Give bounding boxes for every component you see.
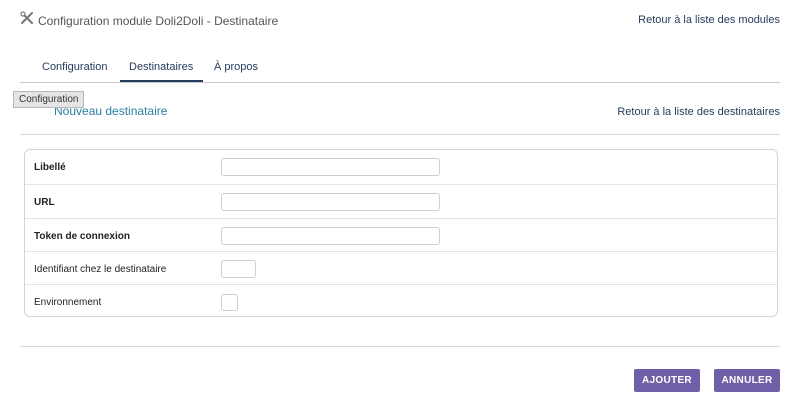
- form-row-url: URL: [25, 184, 777, 219]
- form-row-environnement: Environnement: [25, 284, 777, 319]
- page-title: Configuration module Doli2Doli - Destina…: [38, 14, 279, 28]
- form-row-libelle: Libellé: [25, 150, 777, 184]
- back-to-modules-link[interactable]: Retour à la liste des modules: [638, 14, 780, 26]
- destinataire-form: Libellé URL Token de connexion Identifia…: [24, 149, 778, 317]
- add-button[interactable]: AJOUTER: [634, 369, 700, 392]
- tab-destinataires[interactable]: Destinataires: [129, 61, 193, 73]
- field-label: Token de connexion: [34, 231, 130, 242]
- tab-a-propos[interactable]: À propos: [214, 61, 258, 73]
- tabs-divider: [20, 82, 780, 83]
- field-label: Identifiant chez le destinataire: [34, 264, 167, 275]
- form-row-identifiant: Identifiant chez le destinataire: [25, 251, 777, 286]
- url-input[interactable]: [221, 193, 440, 211]
- field-label: Environnement: [34, 297, 102, 308]
- section-divider: [20, 134, 780, 135]
- footer-divider: [20, 346, 780, 347]
- identifiant-input[interactable]: [221, 260, 256, 278]
- field-label: Libellé: [34, 162, 66, 173]
- cancel-button[interactable]: ANNULER: [714, 369, 780, 392]
- environnement-checkbox[interactable]: [221, 294, 238, 311]
- token-input[interactable]: [221, 227, 440, 245]
- back-to-destinataires-link[interactable]: Retour à la liste des destinataires: [617, 106, 780, 118]
- tools-icon: [20, 11, 33, 24]
- field-label: URL: [34, 197, 55, 208]
- tooltip: Configuration: [13, 91, 85, 108]
- tab-configuration[interactable]: Configuration: [42, 61, 107, 73]
- form-row-token: Token de connexion: [25, 218, 777, 253]
- libelle-input[interactable]: [221, 158, 440, 176]
